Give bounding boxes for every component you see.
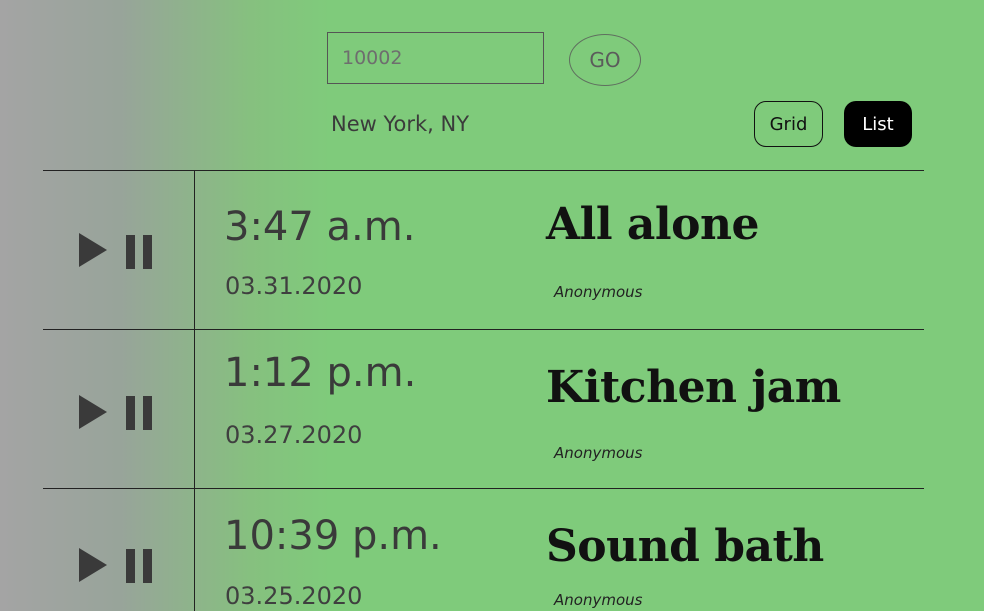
pause-icon[interactable]	[126, 235, 152, 269]
recording-title[interactable]: Sound bath	[546, 521, 824, 572]
list-item: 3:47 a.m. 03.31.2020 All alone Anonymous	[0, 171, 984, 329]
recording-time: 10:39 p.m.	[224, 513, 442, 559]
pause-icon[interactable]	[126, 549, 152, 583]
recording-time: 1:12 p.m.	[224, 350, 417, 396]
recording-author: Anonymous	[554, 283, 643, 301]
list-view-button[interactable]: List	[844, 101, 912, 147]
list-item: 10:39 p.m. 03.25.2020 Sound bath Anonymo…	[0, 489, 984, 610]
go-button[interactable]: GO	[569, 34, 641, 86]
recording-author: Anonymous	[554, 444, 643, 462]
zip-code-input[interactable]	[327, 32, 544, 84]
recording-title[interactable]: Kitchen jam	[546, 362, 841, 413]
recording-date: 03.27.2020	[225, 421, 363, 449]
play-icon[interactable]	[79, 233, 107, 267]
play-icon[interactable]	[79, 548, 107, 582]
recording-date: 03.31.2020	[225, 272, 363, 300]
grid-view-button[interactable]: Grid	[754, 101, 823, 147]
recording-date: 03.25.2020	[225, 582, 363, 610]
location-label: New York, NY	[331, 112, 470, 136]
list-item: 1:12 p.m. 03.27.2020 Kitchen jam Anonymo…	[0, 330, 984, 488]
recording-author: Anonymous	[554, 591, 643, 609]
recording-title[interactable]: All alone	[546, 199, 759, 250]
play-icon[interactable]	[79, 395, 107, 429]
recording-time: 3:47 a.m.	[224, 204, 416, 250]
pause-icon[interactable]	[126, 396, 152, 430]
